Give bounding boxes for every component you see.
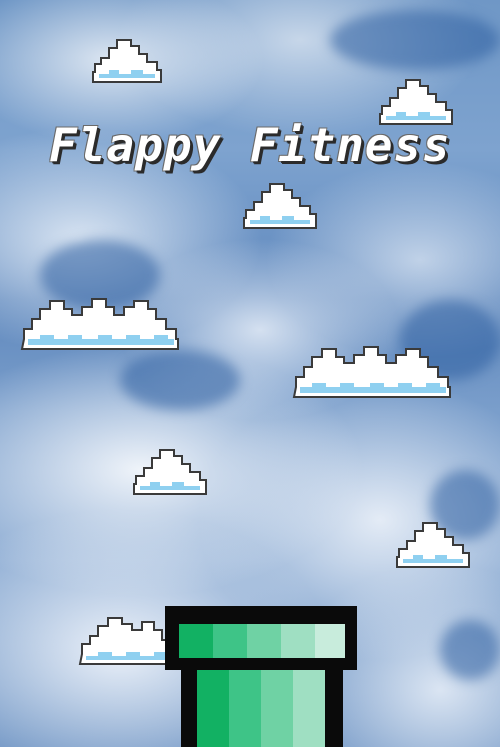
game-screen[interactable]: Flappy Fitness — [0, 0, 500, 747]
game-title: Flappy Fitness — [49, 118, 451, 172]
sky-patch — [440, 620, 500, 680]
pixel-cloud-triple — [292, 341, 454, 403]
green-pipe-obstacle — [165, 606, 357, 747]
sky-patch — [330, 10, 500, 70]
pixel-cloud-triple — [20, 293, 182, 355]
sky-patch — [120, 350, 240, 410]
pixel-cloud — [240, 174, 320, 234]
pixel-cloud — [393, 513, 473, 573]
pixel-cloud — [130, 440, 210, 500]
pixel-cloud — [87, 28, 167, 90]
pixel-cloud — [76, 608, 176, 670]
